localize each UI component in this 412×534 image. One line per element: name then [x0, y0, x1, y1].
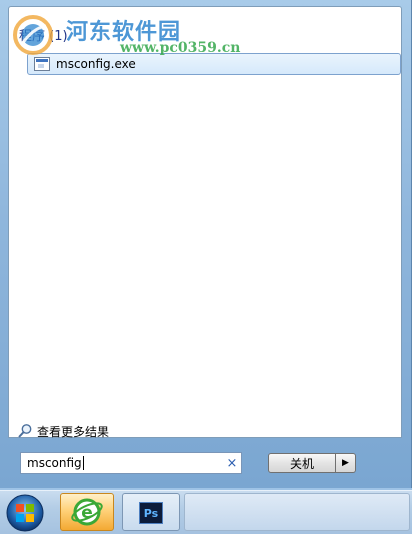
- application-icon: [34, 57, 50, 71]
- shutdown-button-group: 关机 ▶: [268, 453, 356, 473]
- taskbar-photoshop[interactable]: Ps: [122, 493, 180, 531]
- taskbar: e Ps: [0, 490, 412, 534]
- start-menu: 程序 (1) msconfig.exe 查看更多结果 msconfig × 关机…: [0, 0, 412, 488]
- text-caret: [82, 456, 84, 471]
- clear-search-icon[interactable]: ×: [223, 456, 241, 471]
- search-input[interactable]: msconfig ×: [20, 452, 242, 474]
- shutdown-options-arrow-icon[interactable]: ▶: [336, 453, 356, 473]
- ps-icon: Ps: [139, 502, 163, 524]
- search-input-value: msconfig: [27, 455, 82, 470]
- taskbar-empty-area: [184, 493, 410, 531]
- shutdown-button[interactable]: 关机: [268, 453, 336, 473]
- magnifier-icon: [18, 424, 32, 438]
- taskbar-internet-explorer[interactable]: e: [60, 493, 114, 531]
- watermark-url: www.pc0359.cn: [120, 40, 241, 56]
- see-more-results-label: 查看更多结果: [37, 424, 110, 439]
- start-button-windows-logo-icon[interactable]: [4, 493, 46, 533]
- ie-icon: e: [71, 498, 103, 526]
- result-item-label: msconfig.exe: [56, 57, 136, 71]
- result-item-msconfig[interactable]: msconfig.exe: [27, 53, 401, 75]
- watermark-logo-icon: [13, 15, 53, 55]
- see-more-results-link[interactable]: 查看更多结果: [17, 421, 109, 441]
- search-results-pane: 程序 (1) msconfig.exe 查看更多结果: [8, 6, 402, 441]
